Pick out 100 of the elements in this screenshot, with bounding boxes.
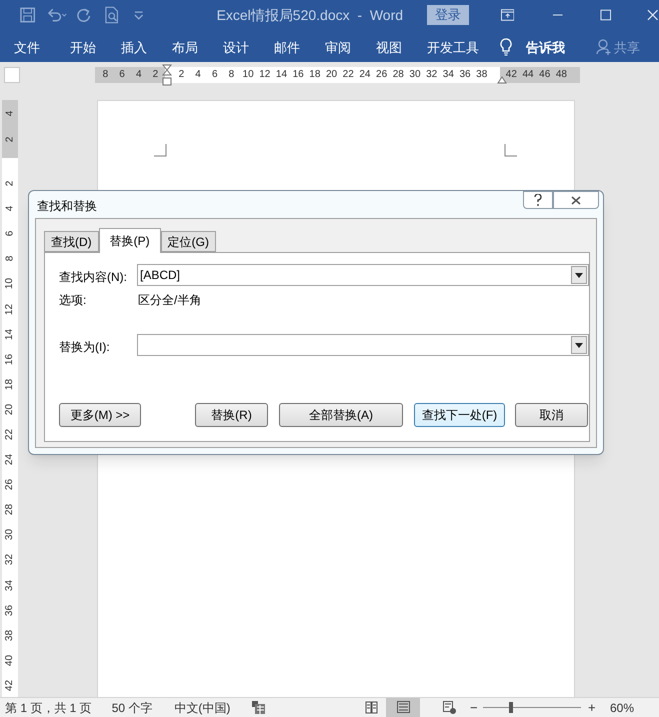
options-label: 选项:	[59, 292, 86, 309]
ruler-number: 6	[210, 68, 218, 82]
ruler-number: 10	[242, 68, 255, 82]
ruler-number: 8	[102, 68, 110, 82]
maximize-icon[interactable]	[600, 9, 612, 21]
dialog-button[interactable]: 全部替换(A)	[279, 403, 403, 427]
ruler-number: 38	[475, 68, 488, 82]
replace-combo-field[interactable]	[137, 334, 589, 356]
ruler-number: 32	[425, 68, 438, 82]
ruler-number: 34	[442, 68, 455, 82]
ribbon-tab[interactable]: 审阅	[325, 38, 351, 58]
window-title: Excel情报局520.docx - Word	[216, 6, 404, 24]
zoom-slider[interactable]	[483, 702, 581, 713]
ruler-number: 6	[118, 68, 126, 82]
customize-caret-icon[interactable]	[133, 10, 145, 20]
redo-icon[interactable]	[76, 7, 92, 23]
ruler-number: 14	[274, 68, 288, 82]
dialog-button[interactable]: 替换(R)	[195, 403, 268, 427]
ruler-number: 26	[375, 68, 388, 82]
field-label: 替换为(I):	[59, 339, 110, 356]
lightbulb-icon[interactable]	[500, 38, 512, 56]
ruler-number: 20	[324, 68, 338, 82]
ribbon-tab[interactable]: 布局	[172, 38, 198, 58]
ruler-number: 40	[4, 654, 16, 666]
ribbon-tab[interactable]: 视图	[376, 38, 402, 58]
help-button[interactable]	[523, 191, 553, 209]
ribbon-tab[interactable]: 插入	[121, 38, 147, 58]
ruler-number: 4	[4, 206, 16, 212]
ruler-number: 32	[4, 554, 16, 566]
ribbon-tab[interactable]: 文件	[14, 38, 40, 58]
ruler-number: 28	[4, 504, 16, 516]
ruler-number: 36	[458, 68, 472, 82]
macro-icon[interactable]	[252, 701, 266, 714]
language-status: 中文(中国)	[174, 700, 230, 716]
ruler-number: 16	[4, 354, 16, 365]
options-value: 区分全/半角	[138, 292, 202, 309]
ruler-number: 24	[358, 68, 372, 82]
ruler-number: 8	[4, 256, 16, 262]
close-icon[interactable]	[647, 9, 659, 21]
field-label: 查找内容(N):	[59, 269, 127, 286]
dropdown-icon[interactable]	[571, 336, 587, 354]
person-add-icon[interactable]	[596, 39, 612, 55]
ruler-number: 2	[4, 180, 16, 186]
ribbon-tab[interactable]: 邮件	[274, 38, 300, 58]
ruler-number: 22	[4, 428, 16, 440]
field-value: [ABCD]	[139, 267, 180, 284]
dialog-tab[interactable]: 定位(G)	[160, 231, 216, 252]
sign-in-button[interactable]: 登录	[427, 5, 470, 25]
ruler-number: 42	[4, 680, 16, 691]
word-count: 50 个字	[112, 700, 152, 716]
right-indent-icon[interactable]	[497, 76, 507, 84]
ruler-number: 30	[4, 529, 16, 540]
view-button[interactable]	[386, 698, 420, 717]
print-preview-icon[interactable]	[104, 6, 120, 24]
tell-me-button[interactable]: 告诉我	[526, 38, 565, 58]
ruler-number: 48	[554, 68, 568, 82]
ruler-number: 12	[258, 68, 272, 82]
zoom-out-button[interactable]: −	[470, 698, 478, 717]
ruler-number: 18	[308, 68, 322, 82]
dialog-tab[interactable]: 查找(D)	[44, 231, 99, 252]
ruler-number: 4	[194, 68, 202, 82]
zoom-in-button[interactable]: +	[588, 698, 596, 717]
ruler-number: 28	[392, 68, 405, 82]
ruler-number: 30	[408, 68, 422, 82]
ribbon-display-icon[interactable]	[501, 9, 514, 21]
ruler-number: 6	[4, 230, 16, 237]
ruler-number: 26	[4, 479, 16, 490]
ruler-number: 44	[521, 68, 535, 82]
ruler-number: 42	[504, 68, 518, 82]
ruler-number: 34	[4, 579, 16, 591]
indent-marker-icon[interactable]	[162, 64, 172, 88]
ruler-number: 46	[538, 68, 552, 82]
ruler-number: 38	[4, 630, 16, 641]
dropdown-icon[interactable]	[571, 266, 587, 284]
dialog-button[interactable]: 查找下一处(F)	[414, 403, 505, 427]
page-count: 第 1 页，共 1 页	[5, 700, 92, 716]
ribbon-tab[interactable]: 开发工具	[427, 38, 479, 58]
dialog-title: 查找和替换	[37, 198, 97, 215]
margin-corner-icon	[154, 144, 167, 157]
undo-icon[interactable]	[47, 7, 68, 23]
close-button[interactable]	[553, 191, 599, 209]
ruler-number: 24	[4, 454, 16, 466]
web-layout-icon	[442, 700, 456, 715]
close-icon	[571, 196, 581, 204]
ruler-number: 14	[4, 328, 16, 340]
ruler-number: 4	[134, 68, 142, 82]
dialog-tab[interactable]: 替换(P)	[98, 228, 161, 253]
find-combo-field[interactable]: [ABCD]	[137, 264, 589, 286]
ruler-number: 8	[228, 68, 236, 82]
save-icon[interactable]	[20, 7, 36, 23]
zoom-level-button[interactable]: 60%	[610, 699, 634, 717]
ruler-number: 20	[4, 404, 16, 415]
dialog-button[interactable]: 取消	[515, 403, 588, 427]
ruler-number: 2	[152, 68, 160, 82]
ribbon-tab[interactable]: 设计	[223, 38, 249, 58]
dialog-button[interactable]: 更多(M) >>	[59, 403, 141, 427]
ribbon-tab[interactable]: 开始	[70, 38, 96, 58]
ruler-number: 4	[4, 110, 16, 116]
margin-corner-icon	[504, 144, 517, 157]
ruler-number: 10	[4, 278, 16, 290]
